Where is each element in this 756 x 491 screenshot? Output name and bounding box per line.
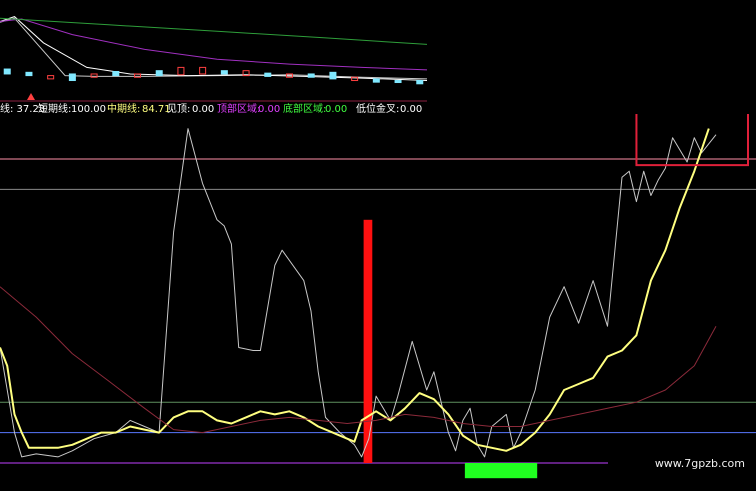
- thumbnail-thumb-green-line: [0, 17, 428, 45]
- readout-top-signal-value: 0.00: [192, 104, 214, 115]
- top-zone-box: [635, 114, 749, 167]
- indicator-chart: 线: 37.23 短期线: 100.00 中期线: 84.71 见顶: 0.00…: [0, 16, 756, 479]
- series-maroon-line: [0, 286, 717, 434]
- thumbnail-candle-4: [90, 73, 98, 78]
- readout-bottom-zone-label: 底部区域:: [283, 102, 326, 115]
- thumbnail-thumb-purple-line: [0, 18, 428, 71]
- readout-top-zone-label: 顶部区域:: [217, 102, 260, 115]
- thumbnail-panel: [0, 16, 428, 102]
- thumbnail-candle-10: [220, 70, 228, 75]
- thumbnail-arrow-marker: [27, 93, 35, 100]
- thumbnail-candle-3: [68, 73, 76, 82]
- indicator-readout-bar: 线: 37.23 短期线: 100.00 中期线: 84.71 见顶: 0.00…: [0, 102, 422, 115]
- thumbnail-thumb-white-line: [0, 16, 428, 81]
- thumbnail-candle-17: [372, 78, 380, 83]
- thumbnail-candle-7: [155, 70, 163, 77]
- readout-low-cross-label: 低位金叉:: [356, 102, 399, 115]
- thumbnail-candle-5: [112, 71, 120, 77]
- thumbnail-candle-6: [134, 73, 142, 78]
- top-zone-marker: [635, 114, 749, 167]
- readout-low-cross-value: 0.00: [400, 104, 422, 115]
- thumbnail-candle-16: [351, 76, 359, 82]
- thumbnail-candle-18: [394, 80, 402, 84]
- thumbnail-candle-14: [307, 73, 315, 78]
- thumbnail-candle-2: [47, 75, 55, 80]
- thumbnail-candle-8: [177, 66, 185, 76]
- thumbnail-thumb-gray-line: [0, 17, 428, 80]
- readout-short-label: 短期线:: [38, 102, 71, 115]
- signal-bars: [363, 219, 538, 479]
- thumbnail-candle-19: [416, 80, 424, 85]
- thumbnail-candle-1: [25, 71, 33, 77]
- thumbnail-candle-0: [3, 68, 11, 75]
- readout-top-signal-label: 见顶:: [167, 103, 190, 115]
- indicator-series: [0, 128, 717, 458]
- thumbnail-candle-12: [264, 72, 272, 77]
- readout-top-zone-value: 0.00: [258, 104, 280, 115]
- thumbnail-candle-15: [329, 71, 337, 80]
- readout-short-value: 100.00: [71, 104, 106, 115]
- thumbnail-candle-9: [199, 66, 207, 75]
- watermark: www.7gpzb.com: [655, 457, 745, 470]
- chart-window: 线: 37.23 短期线: 100.00 中期线: 84.71 见顶: 0.00…: [0, 0, 756, 487]
- readout-bottom-zone-value: 0.00: [325, 104, 347, 115]
- readout-mid-label: 中期线:: [107, 102, 140, 115]
- bottom-zone-bar: [464, 463, 538, 479]
